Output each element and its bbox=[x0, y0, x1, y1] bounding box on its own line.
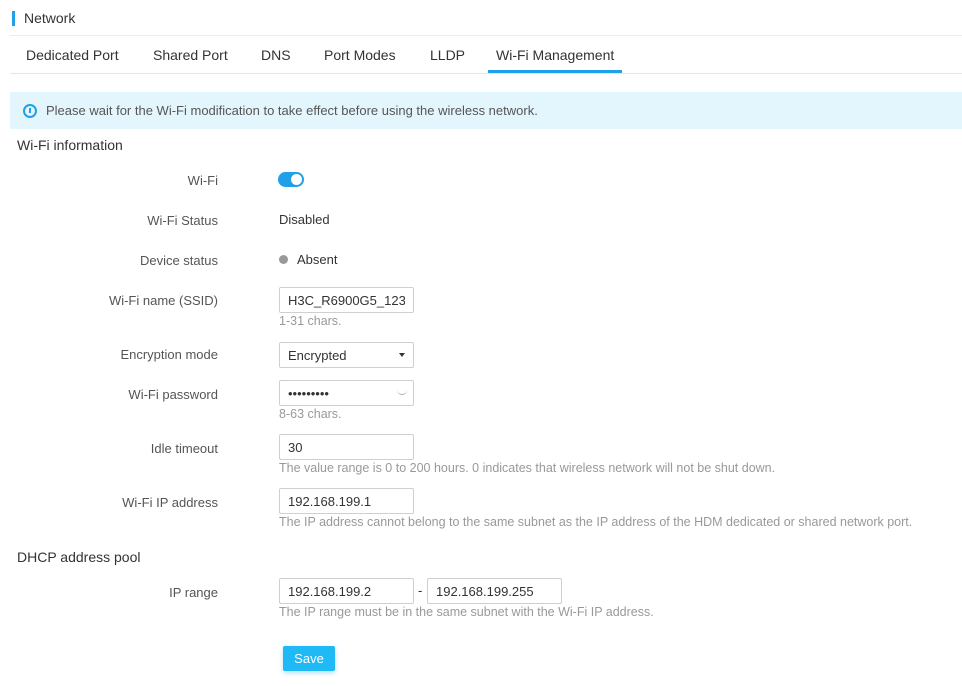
toggle-knob bbox=[291, 174, 302, 185]
ip-range-start-input[interactable] bbox=[279, 578, 414, 604]
tab-dedicated-port[interactable]: Dedicated Port bbox=[18, 36, 127, 73]
ssid-input[interactable] bbox=[279, 287, 414, 313]
notice-text: Please wait for the Wi-Fi modification t… bbox=[46, 103, 538, 118]
device-status-value: Absent bbox=[297, 252, 338, 267]
idle-timeout-hint: The value range is 0 to 200 hours. 0 ind… bbox=[279, 461, 776, 475]
wifi-password-field bbox=[279, 380, 414, 406]
tab-wifi-management[interactable]: Wi-Fi Management bbox=[488, 36, 623, 73]
wifi-password-hint: 8-63 chars. bbox=[279, 407, 342, 421]
header-accent-bar bbox=[12, 10, 15, 26]
ip-range-separator: - bbox=[418, 583, 423, 598]
ssid-hint: 1-31 chars. bbox=[279, 314, 342, 328]
device-status: Absent bbox=[279, 252, 337, 267]
ip-range-end-input[interactable] bbox=[427, 578, 562, 604]
info-icon bbox=[23, 103, 37, 118]
wifi-ip-hint: The IP address cannot belong to the same… bbox=[279, 515, 913, 529]
wifi-status-label: Wi-Fi Status bbox=[147, 213, 218, 228]
wifi-ip-input[interactable] bbox=[279, 488, 414, 514]
encryption-mode-label: Encryption mode bbox=[120, 347, 218, 362]
page-header: Network bbox=[12, 8, 75, 28]
idle-timeout-input[interactable] bbox=[279, 434, 414, 460]
ssid-label: Wi-Fi name (SSID) bbox=[108, 293, 218, 308]
device-status-label: Device status bbox=[139, 253, 218, 268]
status-dot-icon bbox=[279, 255, 288, 264]
encryption-mode-select[interactable]: Encrypted bbox=[279, 342, 414, 368]
section-title-wifi-information: Wi-Fi information bbox=[17, 137, 123, 153]
wifi-password-input[interactable] bbox=[280, 381, 396, 405]
idle-timeout-label: Idle timeout bbox=[150, 441, 218, 456]
wifi-password-label: Wi-Fi password bbox=[128, 387, 218, 402]
info-notice: Please wait for the Wi-Fi modification t… bbox=[10, 92, 962, 129]
tab-shared-port[interactable]: Shared Port bbox=[145, 36, 236, 73]
caret-down-icon bbox=[399, 353, 405, 357]
wifi-label: Wi-Fi bbox=[187, 173, 218, 188]
section-title-dhcp: DHCP address pool bbox=[17, 549, 141, 565]
tab-dns[interactable]: DNS bbox=[253, 36, 299, 73]
eye-closed-icon[interactable] bbox=[397, 389, 407, 395]
wifi-status-value: Disabled bbox=[279, 212, 330, 227]
tab-bar: Dedicated Port Shared Port DNS Port Mode… bbox=[10, 36, 962, 74]
ip-range-hint: The IP range must be in the same subnet … bbox=[279, 605, 654, 619]
tab-lldp[interactable]: LLDP bbox=[422, 36, 473, 73]
wifi-ip-label: Wi-Fi IP address bbox=[122, 495, 218, 510]
ip-range-label: IP range bbox=[169, 585, 218, 600]
save-button[interactable]: Save bbox=[283, 646, 335, 671]
page-title: Network bbox=[24, 10, 76, 26]
wifi-toggle[interactable] bbox=[278, 172, 304, 187]
encryption-mode-value: Encrypted bbox=[288, 347, 347, 363]
tab-port-modes[interactable]: Port Modes bbox=[316, 36, 404, 73]
